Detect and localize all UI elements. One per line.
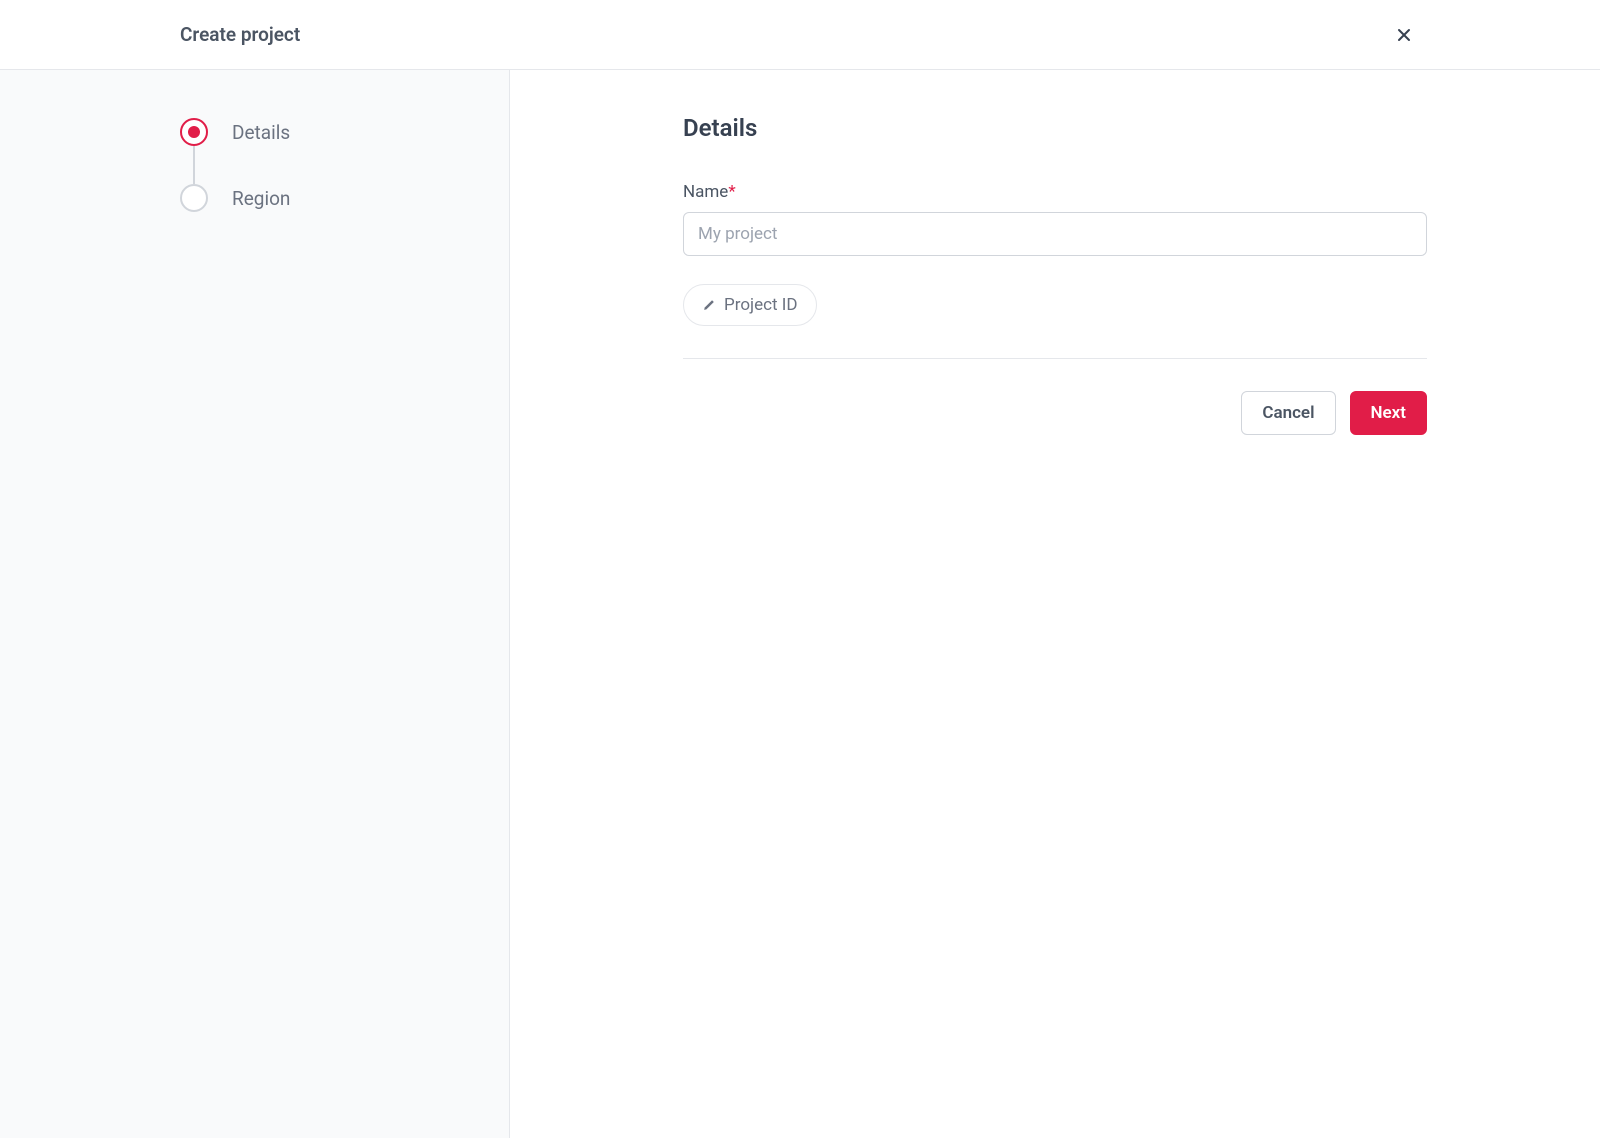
section-divider xyxy=(683,358,1427,359)
close-button[interactable] xyxy=(1388,19,1420,51)
modal-body: Details Region Details Name* Projec xyxy=(0,70,1600,1138)
step-details[interactable]: Details xyxy=(180,118,329,146)
step-label: Region xyxy=(232,187,290,210)
section-title: Details xyxy=(683,114,1427,142)
step-connector xyxy=(193,146,195,184)
close-icon xyxy=(1396,27,1412,43)
name-label-text: Name xyxy=(683,182,728,202)
modal-title: Create project xyxy=(180,23,300,46)
form-container: Details Name* Project ID Cancel Next xyxy=(683,114,1427,1094)
steps-sidebar: Details Region xyxy=(0,70,510,1138)
name-field-label: Name* xyxy=(683,182,1427,202)
name-input[interactable] xyxy=(683,212,1427,256)
step-region[interactable]: Region xyxy=(180,184,329,212)
name-field-group: Name* xyxy=(683,182,1427,256)
main-content: Details Name* Project ID Cancel Next xyxy=(510,70,1600,1138)
required-asterisk: * xyxy=(728,182,735,202)
cancel-button[interactable]: Cancel xyxy=(1241,391,1335,435)
form-actions: Cancel Next xyxy=(683,391,1427,435)
step-indicator-inactive xyxy=(180,184,208,212)
steps-list: Details Region xyxy=(180,118,329,212)
next-button[interactable]: Next xyxy=(1350,391,1428,435)
project-id-button[interactable]: Project ID xyxy=(683,284,817,326)
modal-header: Create project xyxy=(0,0,1600,70)
pencil-icon xyxy=(702,298,716,312)
step-label: Details xyxy=(232,121,290,144)
step-indicator-active xyxy=(180,118,208,146)
project-id-label: Project ID xyxy=(724,295,798,315)
